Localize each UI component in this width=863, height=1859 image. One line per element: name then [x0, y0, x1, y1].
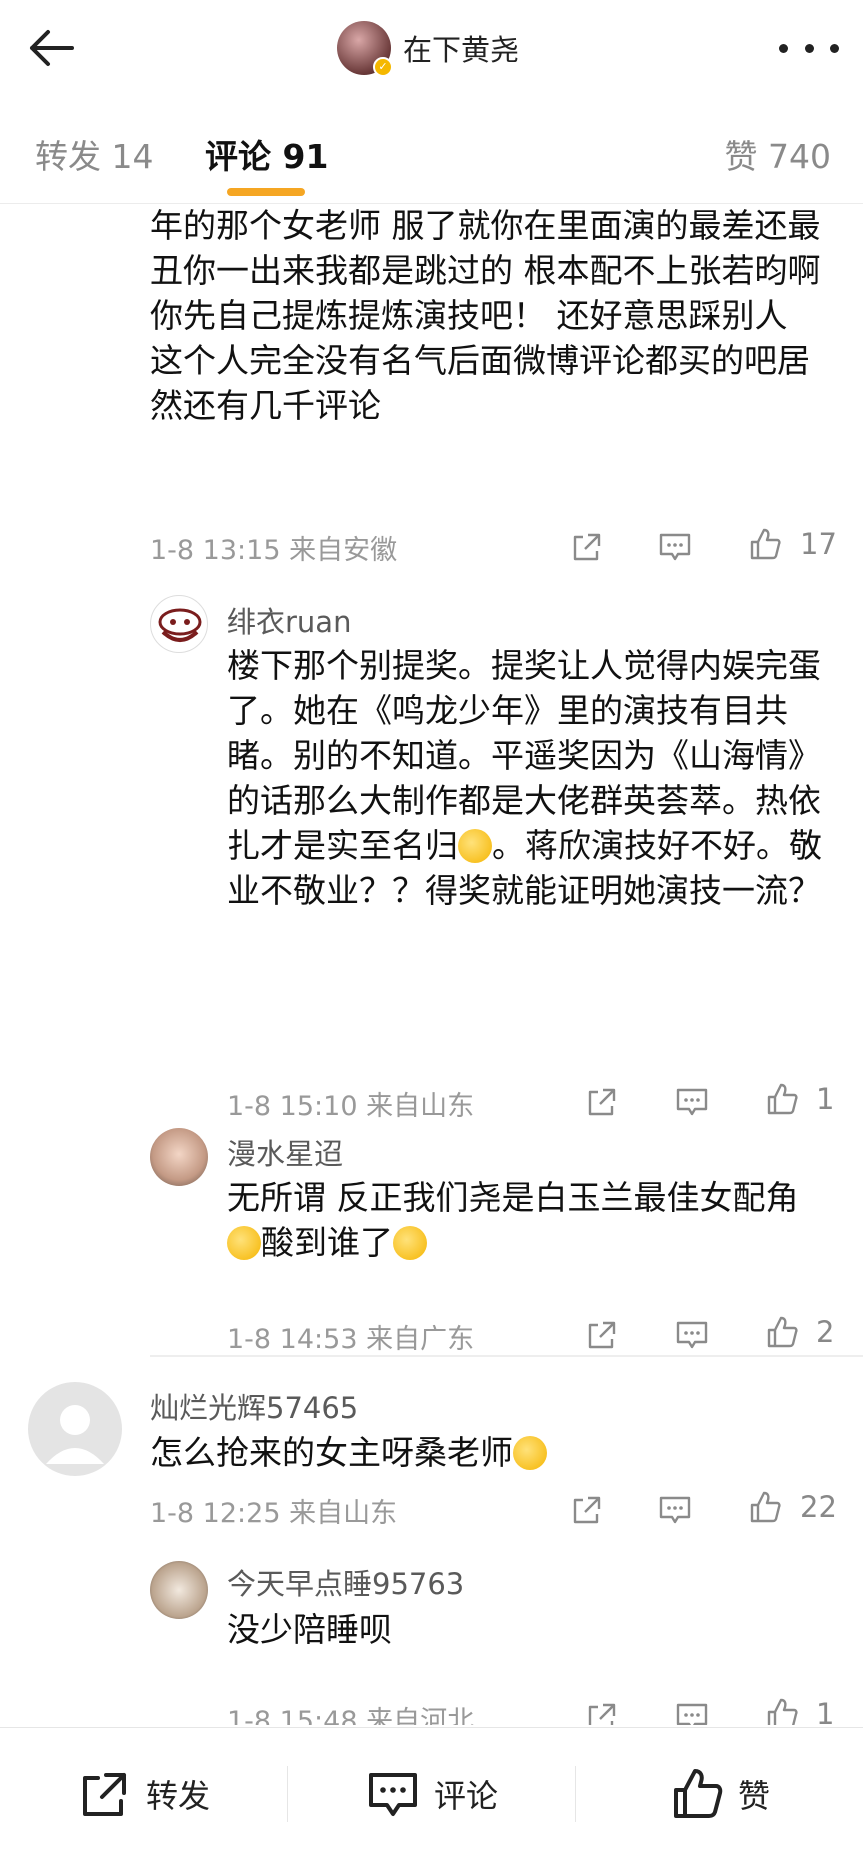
reply-author[interactable]: 绯衣ruan: [227, 599, 351, 641]
avatar[interactable]: [28, 1382, 122, 1476]
like-count: 2: [816, 1315, 835, 1349]
comment-meta: 1-8 12:25 来自山东: [150, 1490, 397, 1530]
tab-like[interactable]: 赞 740: [725, 130, 831, 178]
back-arrow-icon[interactable]: [26, 24, 82, 72]
comment-icon[interactable]: [658, 1493, 692, 1527]
reply-text: 没少陪睡呗: [227, 1610, 392, 1649]
top-header: ✓ 在下黄尧: [0, 0, 863, 98]
like-count: 17: [800, 527, 837, 561]
reply-meta: 1-8 15:10 来自山东: [227, 1083, 474, 1123]
reply-time-location: 1-8 15:48 来自河北: [227, 1705, 475, 1726]
share-icon[interactable]: [585, 1318, 619, 1352]
comment-icon[interactable]: [675, 1318, 709, 1352]
like-count: 22: [800, 1490, 837, 1524]
comment-label: 评论: [434, 1777, 499, 1815]
comment-icon: [369, 1773, 417, 1816]
reply-text-part: 无所谓 反正我们尧是白玉兰最佳女配角: [227, 1178, 799, 1217]
reply-meta: 1-8 15:48 来自河北: [227, 1698, 475, 1726]
comment-text: 年的那个女老师 服了就你在里面演的最差还最丑你一出来我都是跳过的 根本配不上张若…: [150, 206, 821, 425]
more-dots-icon[interactable]: [779, 30, 839, 66]
tab-bar: 转发 14 评论 91 赞 740: [0, 100, 863, 204]
like-count: 1: [816, 1082, 835, 1116]
tab-comment[interactable]: 评论 91: [205, 130, 328, 178]
reply-text-part: 酸到谁了: [261, 1223, 393, 1262]
emoji-icon: [393, 1226, 427, 1260]
share-icon: [83, 1773, 126, 1816]
like-button[interactable]: 赞: [670, 1728, 770, 1859]
share-icon[interactable]: [570, 530, 604, 564]
divider: [575, 1766, 576, 1822]
active-tab-indicator: [227, 188, 305, 196]
comment-meta: 1-8 13:15 来自安徽: [150, 527, 397, 567]
avatar[interactable]: ✓: [337, 21, 393, 77]
emoji-icon: [227, 1226, 261, 1260]
reply-text: 楼下那个别提奖。提奖让人觉得内娱完蛋了。她在《鸣龙少年》里的演技有目共睹。别的不…: [227, 643, 827, 913]
reply-author[interactable]: 漫水星迢: [227, 1131, 343, 1173]
comment-time-location: 1-8 12:25 来自山东: [150, 1497, 398, 1529]
comment-text-part: 怎么抢来的女主呀桑老师: [150, 1433, 513, 1472]
like-count: 1: [816, 1697, 835, 1725]
thumbs-up-icon[interactable]: [748, 1490, 782, 1524]
comment-text: 怎么抢来的女主呀桑老师: [150, 1430, 830, 1475]
repost-label: 转发: [146, 1777, 211, 1815]
thumbs-up-icon[interactable]: [765, 1697, 799, 1725]
verified-badge-icon: ✓: [373, 57, 393, 77]
comment-author[interactable]: 灿烂光辉57465: [150, 1385, 358, 1427]
share-icon[interactable]: [570, 1493, 604, 1527]
header-user[interactable]: ✓ 在下黄尧: [337, 18, 519, 78]
thumbs-up-icon: [674, 1769, 723, 1818]
comment-icon[interactable]: [675, 1085, 709, 1119]
avatar[interactable]: [150, 595, 208, 653]
tab-repost[interactable]: 转发 14: [35, 130, 153, 178]
comment-time-location: 1-8 13:15 来自安徽: [150, 534, 398, 566]
comment-button[interactable]: 评论: [366, 1728, 498, 1859]
like-label: 赞: [738, 1777, 771, 1815]
thumbs-up-icon[interactable]: [765, 1315, 799, 1349]
reply-time-location: 1-8 14:53 来自广东: [227, 1323, 475, 1355]
reply-time-location: 1-8 15:10 来自山东: [227, 1090, 475, 1122]
avatar[interactable]: [150, 1128, 208, 1186]
repost-button[interactable]: 转发: [78, 1728, 210, 1859]
avatar[interactable]: [150, 1561, 208, 1619]
divider: [150, 1355, 863, 1357]
comment-icon[interactable]: [658, 530, 692, 564]
emoji-icon: [513, 1436, 547, 1470]
comment-icon[interactable]: [675, 1700, 709, 1725]
divider: [287, 1766, 288, 1822]
reply-author[interactable]: 今天早点睡95763: [227, 1561, 464, 1603]
reply-text: 无所谓 反正我们尧是白玉兰最佳女配角酸到谁了: [227, 1175, 827, 1265]
thumbs-up-icon[interactable]: [748, 527, 782, 561]
header-username[interactable]: 在下黄尧: [403, 27, 519, 69]
emoji-icon: [458, 829, 492, 863]
share-icon[interactable]: [585, 1085, 619, 1119]
bottom-action-bar: 转发 评论 赞: [0, 1727, 863, 1859]
thumbs-up-icon[interactable]: [765, 1082, 799, 1116]
share-icon[interactable]: [585, 1700, 619, 1725]
comment-list: 年的那个女老师 服了就你在里面演的最差还最丑你一出来我都是跳过的 根本配不上张若…: [0, 205, 863, 1725]
reply-meta: 1-8 14:53 来自广东: [227, 1316, 474, 1356]
